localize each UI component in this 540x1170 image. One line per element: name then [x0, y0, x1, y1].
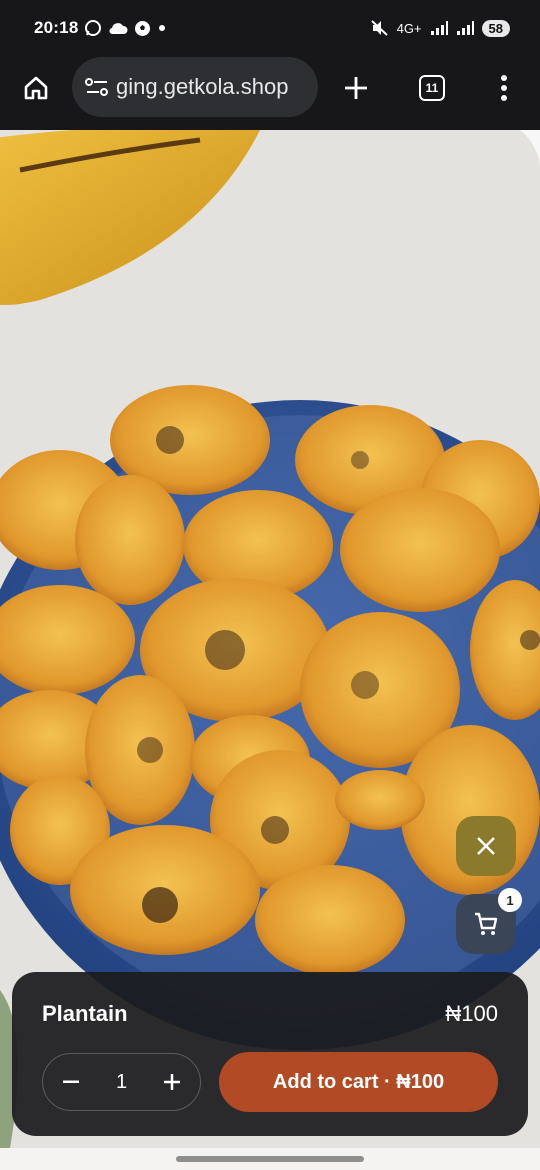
mute-icon — [370, 20, 389, 36]
dot-icon — [157, 23, 167, 33]
signal-icon — [430, 21, 448, 35]
home-gesture-handle[interactable] — [176, 1156, 364, 1162]
close-icon — [477, 837, 495, 855]
tab-count: 11 — [419, 75, 445, 101]
system-nav-bar — [0, 1148, 540, 1170]
tab-switcher-icon[interactable]: 11 — [410, 68, 454, 108]
minus-icon — [63, 1080, 79, 1083]
quantity-stepper: 1 — [42, 1053, 201, 1111]
browser-toolbar: ging.getkola.shop 11 — [0, 56, 540, 130]
new-tab-icon[interactable] — [336, 68, 376, 108]
battery-icon: 58 — [481, 19, 510, 37]
more-menu-icon[interactable] — [484, 68, 524, 108]
status-bar: 20:18 4G+ 58 — [0, 0, 540, 56]
signal-icon — [456, 21, 474, 35]
decrease-button[interactable] — [59, 1070, 83, 1094]
football-icon — [134, 20, 151, 37]
url-text[interactable]: ging.getkola.shop — [116, 74, 288, 100]
cart-badge: 1 — [498, 888, 522, 912]
cloud-icon — [108, 21, 129, 35]
network-type: 4G+ — [396, 20, 422, 36]
url-bar[interactable]: ging.getkola.shop — [72, 57, 318, 117]
product-name: Plantain — [42, 1001, 128, 1026]
close-button[interactable] — [456, 816, 516, 876]
home-icon[interactable] — [14, 68, 58, 108]
status-time: 20:18 — [34, 18, 79, 37]
whatsapp-icon — [84, 19, 102, 37]
plus-icon — [164, 1074, 180, 1090]
quantity-value: 1 — [115, 1070, 128, 1093]
cart-icon — [475, 912, 498, 935]
site-settings-icon[interactable] — [84, 76, 110, 98]
product-price: ₦100 — [445, 1001, 498, 1026]
cart-button[interactable]: 1 — [456, 888, 522, 954]
increase-button[interactable] — [160, 1070, 184, 1094]
product-panel: Plantain ₦100 1 Add to cart · ₦100 — [12, 972, 528, 1136]
add-to-cart-button[interactable]: Add to cart · ₦100 — [219, 1052, 498, 1112]
